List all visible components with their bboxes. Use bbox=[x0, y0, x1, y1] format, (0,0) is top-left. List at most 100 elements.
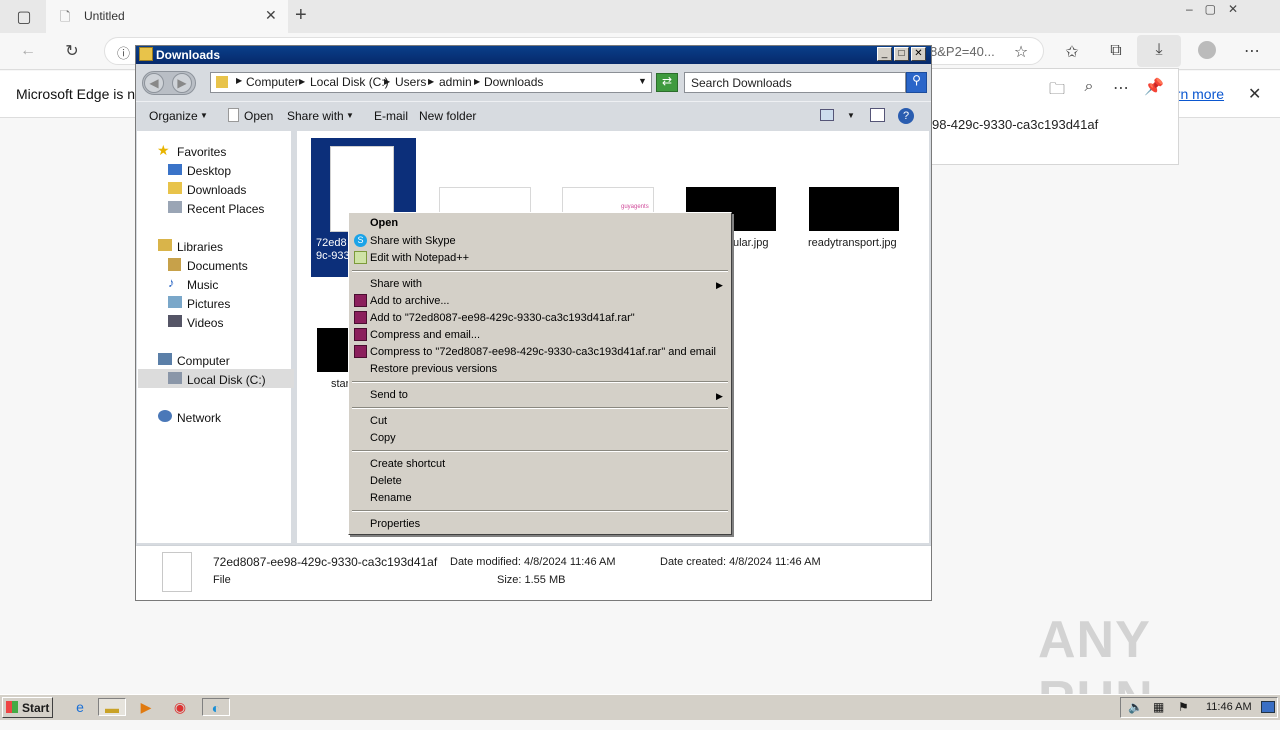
edge-taskbar-icon[interactable]: ◐ bbox=[202, 698, 230, 716]
forward-button[interactable]: ▶ bbox=[172, 73, 192, 93]
chevron-right-icon[interactable]: ▶ bbox=[384, 77, 390, 86]
menu-restore-versions[interactable]: Restore previous versions bbox=[370, 363, 497, 375]
volume-icon[interactable]: 🔈 bbox=[1128, 700, 1143, 714]
profile-avatar[interactable] bbox=[1198, 41, 1216, 59]
detail-file-type: File bbox=[213, 574, 231, 586]
nav-music[interactable]: Music bbox=[187, 278, 218, 292]
new-folder-button[interactable]: New folder bbox=[419, 109, 476, 123]
crumb-users[interactable]: Users bbox=[395, 75, 426, 89]
menu-share-skype[interactable]: Share with Skype bbox=[370, 235, 456, 247]
preview-pane-icon[interactable] bbox=[870, 108, 885, 122]
nav-libraries[interactable]: Libraries bbox=[177, 240, 223, 254]
menu-compress-rar-email[interactable]: Compress to "72ed8087-ee98-429c-9330-ca3… bbox=[370, 346, 716, 358]
add-favorite-icon[interactable]: ☆ bbox=[1009, 42, 1033, 62]
email-button[interactable]: E-mail bbox=[374, 109, 408, 123]
pin-icon[interactable]: 📌 bbox=[1142, 77, 1166, 97]
help-icon[interactable]: ? bbox=[898, 108, 914, 124]
window-controls[interactable]: –▢✕ bbox=[1186, 2, 1276, 16]
network-tray-icon[interactable]: ▦ bbox=[1153, 700, 1164, 714]
crumb-downloads[interactable]: Downloads bbox=[484, 75, 543, 89]
open-folder-icon[interactable]: 🗀 bbox=[1045, 78, 1069, 105]
back-icon[interactable]: ← bbox=[16, 42, 40, 60]
crumb-computer[interactable]: Computer bbox=[246, 75, 299, 89]
menu-edit-notepadpp[interactable]: Edit with Notepad++ bbox=[370, 252, 469, 264]
ie-icon[interactable]: e bbox=[70, 698, 90, 716]
explorer-titlebar[interactable] bbox=[136, 46, 931, 64]
menu-separator bbox=[352, 510, 728, 512]
search-input[interactable]: Search Downloads bbox=[684, 72, 906, 93]
refresh-button[interactable]: ⇄ bbox=[656, 73, 678, 92]
open-button[interactable]: Open bbox=[244, 109, 273, 123]
flag-icon[interactable]: ⚑ bbox=[1178, 700, 1189, 714]
menu-cut[interactable]: Cut bbox=[370, 415, 387, 427]
chevron-down-icon[interactable]: ▼ bbox=[847, 111, 855, 120]
edge-tab[interactable] bbox=[46, 0, 288, 33]
close-tab-icon[interactable]: ✕ bbox=[265, 7, 277, 24]
media-player-icon[interactable]: ▶ bbox=[136, 698, 156, 716]
back-button[interactable]: ◀ bbox=[144, 73, 164, 93]
more-icon[interactable]: ⋯ bbox=[1240, 41, 1264, 61]
collections-icon[interactable]: ⧉ bbox=[1104, 42, 1128, 60]
selected-file-label-2: 9c-933 bbox=[316, 250, 350, 262]
nav-computer[interactable]: Computer bbox=[177, 354, 230, 368]
file-label[interactable]: ular.jpg bbox=[733, 237, 768, 249]
close-button[interactable]: ✕ bbox=[911, 47, 926, 61]
organize-button[interactable]: Organize bbox=[149, 109, 198, 123]
chrome-icon[interactable]: ◉ bbox=[170, 698, 190, 716]
menu-create-shortcut[interactable]: Create shortcut bbox=[370, 458, 445, 470]
nav-pictures[interactable]: Pictures bbox=[187, 297, 230, 311]
refresh-icon[interactable]: ↻ bbox=[60, 41, 84, 61]
download-item-name[interactable]: 98-429c-9330-ca3c193d41af bbox=[932, 117, 1098, 132]
explorer-taskbar-icon[interactable]: ▬ bbox=[98, 698, 126, 716]
file-thumbnail[interactable] bbox=[809, 187, 899, 231]
thumbnail-text: guyagents bbox=[621, 204, 649, 210]
maximize-button[interactable]: □ bbox=[894, 47, 909, 61]
show-desktop-icon[interactable] bbox=[1261, 701, 1275, 713]
minimize-button[interactable]: _ bbox=[877, 47, 892, 61]
nav-favorites[interactable]: Favorites bbox=[177, 145, 226, 159]
menu-properties[interactable]: Properties bbox=[370, 518, 420, 530]
file-thumbnail[interactable] bbox=[439, 187, 531, 213]
menu-share-with[interactable]: Share with bbox=[370, 278, 422, 290]
favorites-icon[interactable]: ✩ bbox=[1060, 42, 1084, 62]
crumb-local-disk[interactable]: Local Disk (C:) bbox=[310, 75, 389, 89]
new-tab-icon[interactable]: + bbox=[295, 4, 307, 27]
close-info-icon[interactable]: ✕ bbox=[1248, 84, 1261, 104]
menu-compress-email[interactable]: Compress and email... bbox=[370, 329, 480, 341]
clock[interactable]: 11:46 AM bbox=[1206, 701, 1252, 713]
chevron-down-icon: ▼ bbox=[200, 111, 208, 120]
chevron-down-icon[interactable]: ▼ bbox=[638, 76, 647, 86]
nav-videos[interactable]: Videos bbox=[187, 316, 223, 330]
info-icon[interactable]: ⓘ bbox=[117, 43, 130, 62]
menu-rename[interactable]: Rename bbox=[370, 492, 412, 504]
menu-send-to[interactable]: Send to bbox=[370, 389, 408, 401]
search-icon[interactable]: ⚲ bbox=[906, 72, 927, 93]
menu-open[interactable]: Open bbox=[370, 217, 398, 229]
share-with-button[interactable]: Share with bbox=[287, 109, 344, 123]
tab-actions-icon[interactable]: ▢ bbox=[12, 7, 36, 27]
search-downloads-icon[interactable]: ⌕ bbox=[1077, 78, 1101, 96]
star-icon: ★ bbox=[157, 142, 170, 158]
nav-downloads[interactable]: Downloads bbox=[187, 183, 246, 197]
details-pane bbox=[136, 545, 931, 600]
chevron-right-icon[interactable]: ▶ bbox=[428, 77, 434, 86]
downloads-more-icon[interactable]: ⋯ bbox=[1109, 78, 1133, 98]
menu-copy[interactable]: Copy bbox=[370, 432, 396, 444]
menu-add-rar[interactable]: Add to "72ed8087-ee98-429c-9330-ca3c193d… bbox=[370, 312, 635, 324]
nav-recent-places[interactable]: Recent Places bbox=[187, 202, 264, 216]
nav-documents[interactable]: Documents bbox=[187, 259, 248, 273]
nav-network[interactable]: Network bbox=[177, 411, 221, 425]
file-label[interactable]: readytransport.jpg bbox=[808, 237, 897, 249]
chevron-right-icon[interactable]: ▶ bbox=[236, 76, 242, 85]
menu-add-archive[interactable]: Add to archive... bbox=[370, 295, 450, 307]
chevron-right-icon[interactable]: ▶ bbox=[474, 77, 480, 86]
crumb-admin[interactable]: admin bbox=[439, 75, 472, 89]
file-thumbnail[interactable] bbox=[317, 328, 350, 372]
menu-separator bbox=[352, 450, 728, 452]
file-label[interactable]: star bbox=[331, 378, 349, 390]
nav-desktop[interactable]: Desktop bbox=[187, 164, 231, 178]
nav-local-disk[interactable]: Local Disk (C:) bbox=[187, 373, 266, 387]
chevron-right-icon[interactable]: ▶ bbox=[299, 77, 305, 86]
view-icon[interactable] bbox=[820, 109, 834, 121]
menu-delete[interactable]: Delete bbox=[370, 475, 402, 487]
